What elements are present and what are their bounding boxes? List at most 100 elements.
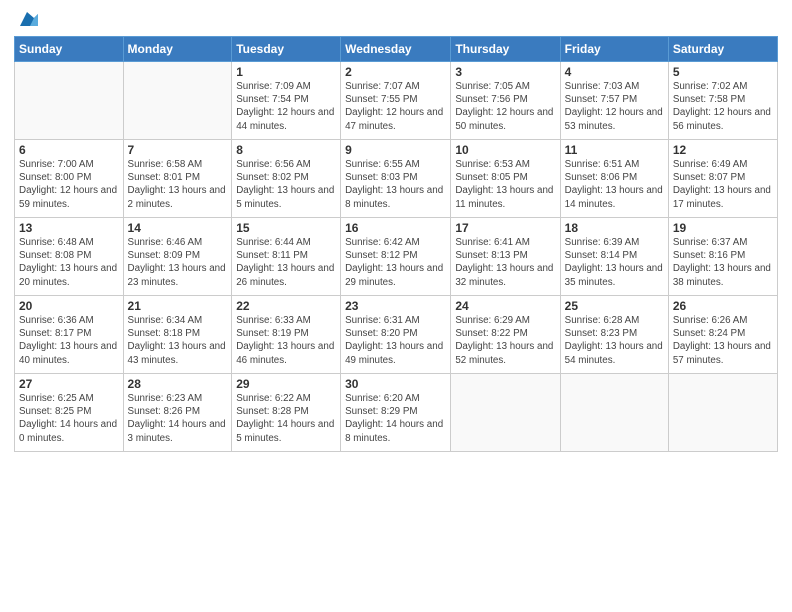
day-info: Sunrise: 6:34 AM Sunset: 8:18 PM Dayligh… — [128, 314, 228, 367]
week-row-5: 27Sunrise: 6:25 AM Sunset: 8:25 PM Dayli… — [15, 374, 778, 452]
day-cell: 7Sunrise: 6:58 AM Sunset: 8:01 PM Daylig… — [123, 140, 232, 218]
day-cell: 21Sunrise: 6:34 AM Sunset: 8:18 PM Dayli… — [123, 296, 232, 374]
day-number: 4 — [565, 65, 664, 79]
day-number: 13 — [19, 221, 119, 235]
day-number: 22 — [236, 299, 336, 313]
day-info: Sunrise: 6:58 AM Sunset: 8:01 PM Dayligh… — [128, 158, 228, 211]
weekday-saturday: Saturday — [668, 37, 777, 62]
day-number: 7 — [128, 143, 228, 157]
day-cell: 22Sunrise: 6:33 AM Sunset: 8:19 PM Dayli… — [232, 296, 341, 374]
day-cell: 27Sunrise: 6:25 AM Sunset: 8:25 PM Dayli… — [15, 374, 124, 452]
day-cell: 9Sunrise: 6:55 AM Sunset: 8:03 PM Daylig… — [341, 140, 451, 218]
day-info: Sunrise: 6:49 AM Sunset: 8:07 PM Dayligh… — [673, 158, 773, 211]
day-cell: 10Sunrise: 6:53 AM Sunset: 8:05 PM Dayli… — [451, 140, 560, 218]
day-cell: 29Sunrise: 6:22 AM Sunset: 8:28 PM Dayli… — [232, 374, 341, 452]
day-cell — [123, 62, 232, 140]
day-cell: 15Sunrise: 6:44 AM Sunset: 8:11 PM Dayli… — [232, 218, 341, 296]
day-number: 30 — [345, 377, 446, 391]
day-cell: 4Sunrise: 7:03 AM Sunset: 7:57 PM Daylig… — [560, 62, 668, 140]
day-number: 10 — [455, 143, 555, 157]
day-cell: 2Sunrise: 7:07 AM Sunset: 7:55 PM Daylig… — [341, 62, 451, 140]
weekday-thursday: Thursday — [451, 37, 560, 62]
day-info: Sunrise: 6:53 AM Sunset: 8:05 PM Dayligh… — [455, 158, 555, 211]
day-info: Sunrise: 6:26 AM Sunset: 8:24 PM Dayligh… — [673, 314, 773, 367]
weekday-tuesday: Tuesday — [232, 37, 341, 62]
logo-icon — [16, 8, 38, 30]
day-info: Sunrise: 6:23 AM Sunset: 8:26 PM Dayligh… — [128, 392, 228, 445]
day-info: Sunrise: 6:56 AM Sunset: 8:02 PM Dayligh… — [236, 158, 336, 211]
day-cell: 28Sunrise: 6:23 AM Sunset: 8:26 PM Dayli… — [123, 374, 232, 452]
day-number: 14 — [128, 221, 228, 235]
day-cell: 3Sunrise: 7:05 AM Sunset: 7:56 PM Daylig… — [451, 62, 560, 140]
day-info: Sunrise: 6:22 AM Sunset: 8:28 PM Dayligh… — [236, 392, 336, 445]
weekday-header-row: SundayMondayTuesdayWednesdayThursdayFrid… — [15, 37, 778, 62]
day-info: Sunrise: 6:28 AM Sunset: 8:23 PM Dayligh… — [565, 314, 664, 367]
day-info: Sunrise: 6:51 AM Sunset: 8:06 PM Dayligh… — [565, 158, 664, 211]
day-info: Sunrise: 6:48 AM Sunset: 8:08 PM Dayligh… — [19, 236, 119, 289]
day-info: Sunrise: 7:02 AM Sunset: 7:58 PM Dayligh… — [673, 80, 773, 133]
page: SundayMondayTuesdayWednesdayThursdayFrid… — [0, 0, 792, 612]
day-number: 28 — [128, 377, 228, 391]
week-row-2: 6Sunrise: 7:00 AM Sunset: 8:00 PM Daylig… — [15, 140, 778, 218]
day-cell: 14Sunrise: 6:46 AM Sunset: 8:09 PM Dayli… — [123, 218, 232, 296]
day-number: 1 — [236, 65, 336, 79]
day-number: 20 — [19, 299, 119, 313]
day-cell: 16Sunrise: 6:42 AM Sunset: 8:12 PM Dayli… — [341, 218, 451, 296]
day-cell — [668, 374, 777, 452]
day-cell: 12Sunrise: 6:49 AM Sunset: 8:07 PM Dayli… — [668, 140, 777, 218]
day-info: Sunrise: 6:20 AM Sunset: 8:29 PM Dayligh… — [345, 392, 446, 445]
day-cell: 19Sunrise: 6:37 AM Sunset: 8:16 PM Dayli… — [668, 218, 777, 296]
day-info: Sunrise: 6:44 AM Sunset: 8:11 PM Dayligh… — [236, 236, 336, 289]
day-cell: 13Sunrise: 6:48 AM Sunset: 8:08 PM Dayli… — [15, 218, 124, 296]
day-cell: 8Sunrise: 6:56 AM Sunset: 8:02 PM Daylig… — [232, 140, 341, 218]
day-number: 12 — [673, 143, 773, 157]
day-number: 6 — [19, 143, 119, 157]
logo — [14, 10, 38, 30]
day-number: 18 — [565, 221, 664, 235]
day-cell: 23Sunrise: 6:31 AM Sunset: 8:20 PM Dayli… — [341, 296, 451, 374]
day-number: 26 — [673, 299, 773, 313]
day-cell: 6Sunrise: 7:00 AM Sunset: 8:00 PM Daylig… — [15, 140, 124, 218]
day-cell: 20Sunrise: 6:36 AM Sunset: 8:17 PM Dayli… — [15, 296, 124, 374]
day-number: 3 — [455, 65, 555, 79]
weekday-monday: Monday — [123, 37, 232, 62]
day-info: Sunrise: 6:39 AM Sunset: 8:14 PM Dayligh… — [565, 236, 664, 289]
day-info: Sunrise: 6:29 AM Sunset: 8:22 PM Dayligh… — [455, 314, 555, 367]
day-number: 19 — [673, 221, 773, 235]
day-number: 2 — [345, 65, 446, 79]
header — [14, 10, 778, 30]
day-info: Sunrise: 6:25 AM Sunset: 8:25 PM Dayligh… — [19, 392, 119, 445]
day-cell: 5Sunrise: 7:02 AM Sunset: 7:58 PM Daylig… — [668, 62, 777, 140]
day-cell: 18Sunrise: 6:39 AM Sunset: 8:14 PM Dayli… — [560, 218, 668, 296]
weekday-friday: Friday — [560, 37, 668, 62]
day-number: 16 — [345, 221, 446, 235]
day-cell — [15, 62, 124, 140]
day-info: Sunrise: 6:36 AM Sunset: 8:17 PM Dayligh… — [19, 314, 119, 367]
day-info: Sunrise: 7:05 AM Sunset: 7:56 PM Dayligh… — [455, 80, 555, 133]
day-info: Sunrise: 6:37 AM Sunset: 8:16 PM Dayligh… — [673, 236, 773, 289]
day-cell — [451, 374, 560, 452]
day-number: 9 — [345, 143, 446, 157]
day-info: Sunrise: 6:55 AM Sunset: 8:03 PM Dayligh… — [345, 158, 446, 211]
weekday-sunday: Sunday — [15, 37, 124, 62]
day-cell — [560, 374, 668, 452]
day-number: 11 — [565, 143, 664, 157]
day-cell: 26Sunrise: 6:26 AM Sunset: 8:24 PM Dayli… — [668, 296, 777, 374]
day-number: 5 — [673, 65, 773, 79]
calendar: SundayMondayTuesdayWednesdayThursdayFrid… — [14, 36, 778, 452]
day-info: Sunrise: 6:31 AM Sunset: 8:20 PM Dayligh… — [345, 314, 446, 367]
day-number: 25 — [565, 299, 664, 313]
day-info: Sunrise: 7:07 AM Sunset: 7:55 PM Dayligh… — [345, 80, 446, 133]
week-row-1: 1Sunrise: 7:09 AM Sunset: 7:54 PM Daylig… — [15, 62, 778, 140]
day-info: Sunrise: 6:33 AM Sunset: 8:19 PM Dayligh… — [236, 314, 336, 367]
day-cell: 1Sunrise: 7:09 AM Sunset: 7:54 PM Daylig… — [232, 62, 341, 140]
day-info: Sunrise: 6:46 AM Sunset: 8:09 PM Dayligh… — [128, 236, 228, 289]
week-row-4: 20Sunrise: 6:36 AM Sunset: 8:17 PM Dayli… — [15, 296, 778, 374]
day-number: 8 — [236, 143, 336, 157]
day-cell: 11Sunrise: 6:51 AM Sunset: 8:06 PM Dayli… — [560, 140, 668, 218]
weekday-wednesday: Wednesday — [341, 37, 451, 62]
day-cell: 25Sunrise: 6:28 AM Sunset: 8:23 PM Dayli… — [560, 296, 668, 374]
day-cell: 30Sunrise: 6:20 AM Sunset: 8:29 PM Dayli… — [341, 374, 451, 452]
day-number: 15 — [236, 221, 336, 235]
day-number: 29 — [236, 377, 336, 391]
